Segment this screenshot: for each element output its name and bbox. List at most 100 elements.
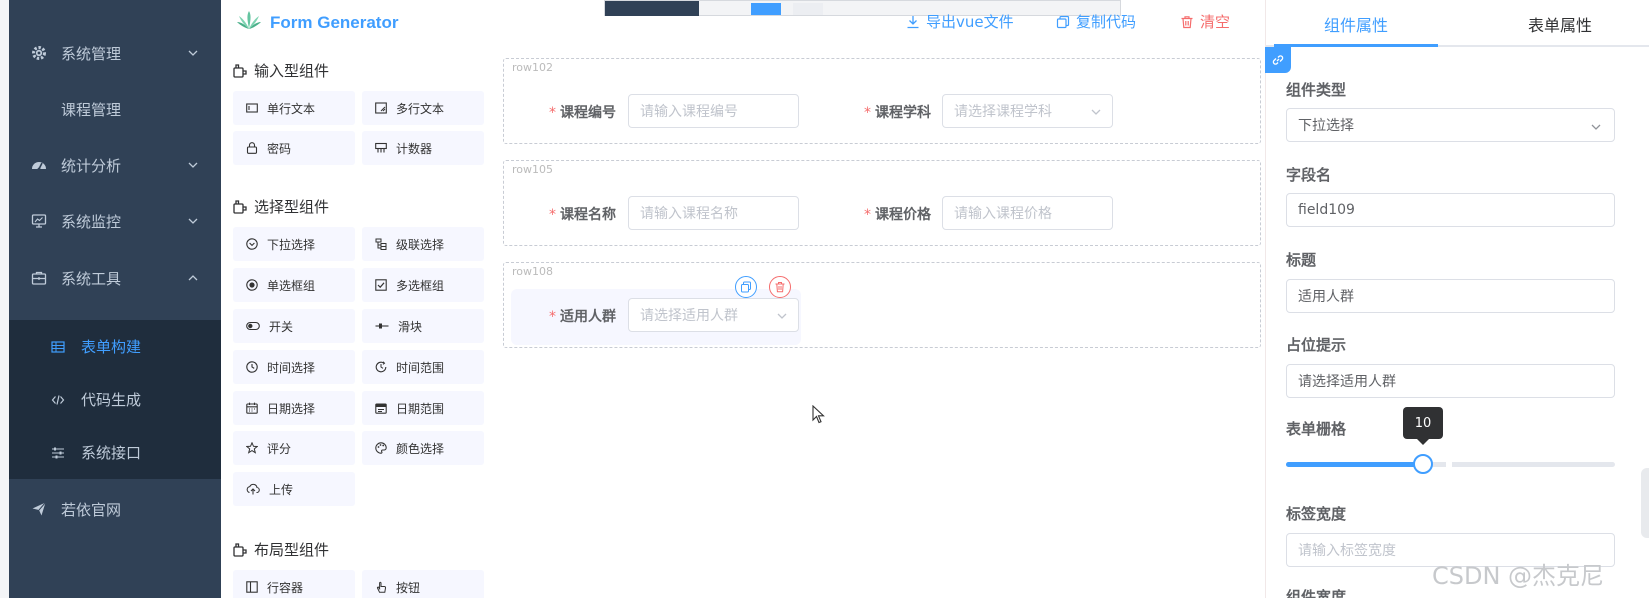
chevron-down-icon [776, 310, 788, 326]
export-vue-button[interactable]: 导出vue文件 [906, 11, 1014, 32]
palette-item-row-container[interactable]: 行容器 [233, 570, 355, 598]
prop-label-grid-span: 表单栅格 [1286, 420, 1347, 438]
sidebar-item-statistics[interactable]: 统计分析 [9, 137, 221, 193]
palette-item-password[interactable]: 密码 [233, 131, 355, 165]
field-name-input[interactable]: field109 [1286, 193, 1615, 227]
select-icon [246, 238, 258, 250]
palette-item-date-range[interactable]: 日期范围 [362, 391, 484, 425]
sidebar-item-system-tools[interactable]: 系统工具 [9, 250, 221, 306]
palette-group-title-input: 输入型组件 [232, 60, 329, 81]
prop-label-field-name: 字段名 [1286, 166, 1332, 184]
required-asterisk: * [549, 207, 556, 223]
palette-item-multi-line-text[interactable]: 多行文本 [362, 91, 484, 125]
placeholder-text: 请输入课程价格 [954, 206, 1052, 222]
palette-item-single-line-text[interactable]: 单行文本 [233, 91, 355, 125]
target-audience-select[interactable]: 请选择适用人群 [628, 298, 799, 332]
palette-item-color-picker[interactable]: 颜色选择 [362, 431, 484, 465]
copy-code-button[interactable]: 复制代码 [1056, 11, 1136, 32]
palette-item-checkbox-group[interactable]: 多选框组 [362, 268, 484, 302]
slider-handle[interactable] [1413, 454, 1433, 474]
course-name-input[interactable]: 请输入课程名称 [628, 196, 799, 230]
palette-item-label: 滑块 [398, 319, 423, 334]
docs-link-button[interactable] [1265, 47, 1291, 73]
sidebar-subitem-code-gen[interactable]: 代码生成 [9, 373, 221, 426]
copy-item-button[interactable] [735, 276, 757, 298]
palette-item-time-picker[interactable]: 时间选择 [233, 350, 355, 384]
preview-dark-block [605, 1, 699, 16]
component-group-icon [233, 199, 247, 214]
palette-item-upload[interactable]: 上传 [233, 472, 355, 506]
palette-item-label: 评分 [267, 441, 292, 456]
required-asterisk: * [549, 105, 556, 121]
palette-item-label: 单选框组 [267, 278, 316, 293]
palette-group-title-layout: 布局型组件 [232, 539, 329, 560]
sidebar-item-ruoyi-website[interactable]: 若依官网 [9, 481, 221, 537]
number-icon [375, 142, 387, 153]
clear-button[interactable]: 清空 [1180, 11, 1230, 32]
title-input[interactable]: 适用人群 [1286, 279, 1615, 313]
gear-icon [31, 45, 47, 61]
palette-item-dropdown-select[interactable]: 下拉选择 [233, 227, 355, 261]
palette-item-cascader[interactable]: 级联选择 [362, 227, 484, 261]
palette-group-title-text: 布局型组件 [254, 541, 330, 559]
component-type-select[interactable]: 下拉选择 [1286, 108, 1615, 142]
palette-item-label: 时间选择 [267, 360, 316, 375]
palette-item-label: 颜色选择 [396, 441, 445, 456]
tab-form-props[interactable]: 表单属性 [1478, 0, 1642, 47]
sidebar-item-label: 系统工具 [61, 269, 122, 288]
sidebar-subitem-system-api[interactable]: 系统接口 [9, 426, 221, 479]
tab-component-props[interactable]: 组件属性 [1274, 0, 1438, 47]
sidebar-subitem-label: 系统接口 [81, 444, 142, 462]
sidebar-item-system-management[interactable]: 系统管理 [9, 25, 221, 81]
grid-span-slider[interactable] [1286, 454, 1615, 474]
palette-item-label: 行容器 [267, 580, 304, 595]
required-asterisk: * [864, 207, 871, 223]
course-price-input[interactable]: 请输入课程价格 [942, 196, 1113, 230]
palette-item-label: 开关 [269, 319, 294, 334]
palette-item-date-picker[interactable]: 日期选择 [233, 391, 355, 425]
field-label-target-audience: * 适用人群 [549, 309, 616, 325]
export-vue-label: 导出vue文件 [926, 13, 1014, 31]
preview-blue-block [751, 3, 781, 15]
chevron-down-icon [187, 215, 199, 227]
palette-group-title-text: 选择型组件 [254, 198, 330, 216]
app-root: 系统管理 课程管理 统计分析 系统监控 系统工具 表单构建 代码生成 系统接口 … [0, 0, 1649, 598]
row-tag: row108 [512, 265, 554, 278]
course-code-input[interactable]: 请输入课程编号 [628, 94, 799, 128]
palette-item-label: 日期范围 [396, 401, 445, 416]
input-value: 请选择适用人群 [1298, 374, 1396, 390]
palette-icon [375, 442, 387, 454]
palette-item-slider[interactable]: 滑块 [362, 309, 484, 343]
required-asterisk: * [864, 105, 871, 121]
sidebar-subitem-form-builder[interactable]: 表单构建 [9, 320, 221, 373]
input-value: 适用人群 [1298, 289, 1354, 305]
canvas-row[interactable]: row105 [503, 160, 1261, 246]
palette-item-rating[interactable]: 评分 [233, 431, 355, 465]
palette-item-time-range[interactable]: 时间范围 [362, 350, 484, 384]
palette-item-label: 上传 [269, 482, 294, 497]
canvas-row[interactable]: row102 [503, 58, 1261, 144]
sidebar-item-label: 课程管理 [61, 100, 122, 119]
placeholder-input[interactable]: 请选择适用人群 [1286, 364, 1615, 398]
palette-item-label: 多选框组 [396, 278, 445, 293]
date-range-icon [375, 403, 387, 414]
palette-item-button[interactable]: 按钮 [362, 570, 484, 598]
palette-item-radio-group[interactable]: 单选框组 [233, 268, 355, 302]
prop-label-title: 标题 [1286, 251, 1317, 269]
palette-item-switch[interactable]: 开关 [233, 309, 355, 343]
palette-group-title-select: 选择型组件 [232, 196, 329, 217]
course-subject-select[interactable]: 请选择课程学科 [942, 94, 1113, 128]
palette-item-label: 计数器 [396, 141, 433, 156]
dashboard-icon [31, 157, 47, 173]
clock-icon [246, 361, 258, 373]
copy-code-label: 复制代码 [1076, 13, 1137, 31]
star-icon [246, 442, 258, 454]
monitor-icon [31, 213, 47, 229]
palette-item-label: 级联选择 [396, 237, 445, 252]
delete-item-button[interactable] [769, 276, 791, 298]
row-tag: row102 [512, 61, 554, 74]
right-edge-handle [1641, 468, 1649, 538]
sidebar-item-system-monitor[interactable]: 系统监控 [9, 193, 221, 249]
palette-item-counter[interactable]: 计数器 [362, 131, 484, 165]
sidebar-item-course-management[interactable]: 课程管理 [9, 81, 221, 137]
